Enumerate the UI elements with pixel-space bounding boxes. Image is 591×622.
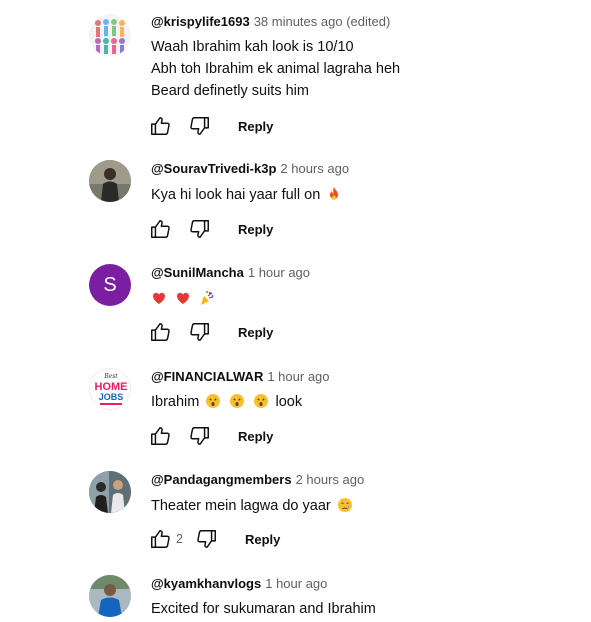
reply-button[interactable]: Reply [238, 325, 273, 340]
reply-button[interactable]: Reply [238, 222, 273, 237]
thumbs-up-icon [151, 323, 170, 341]
comment-text: look [275, 394, 303, 410]
reply-button[interactable]: Reply [238, 119, 273, 134]
reply-button[interactable]: Reply [245, 532, 280, 547]
comment-author[interactable]: @SouravTrivedi-k3p [151, 161, 276, 176]
comment-timestamp[interactable]: 1 hour ago [265, 576, 327, 591]
astonished-face-emoji-icon [206, 394, 221, 408]
thumbs-up-icon [151, 220, 170, 238]
comment-text: Beard definetly suits him [151, 83, 309, 99]
like-button[interactable] [148, 217, 172, 241]
avatar[interactable] [89, 14, 131, 56]
avatar[interactable] [89, 471, 131, 513]
avatar-letter: S [103, 273, 117, 296]
comment-text [151, 288, 217, 310]
avatar[interactable] [89, 160, 131, 202]
thumbs-up-icon [151, 530, 170, 548]
red-heart-emoji-icon [153, 292, 165, 304]
comment-text: Waah Ibrahim kah look is 10/10 [151, 39, 354, 55]
comment-text: Excited for sukumaran and Ibrahim [151, 601, 376, 617]
avatar[interactable] [89, 575, 131, 617]
comment-text: Ibrahim [151, 394, 200, 410]
astonished-face-emoji-icon [254, 394, 269, 408]
avatar[interactable]: Best HOME JOBS [89, 368, 131, 410]
like-button[interactable] [148, 424, 172, 448]
avatar-text: JOBS [99, 392, 124, 402]
thumbs-up-icon [151, 427, 170, 445]
comment-timestamp[interactable]: 1 hour ago [248, 265, 310, 280]
astonished-face-emoji-icon [230, 394, 245, 408]
thumbs-down-icon [197, 530, 216, 548]
crying-face-emoji-icon [337, 498, 352, 512]
like-button[interactable] [148, 320, 172, 344]
red-heart-emoji-icon [177, 292, 190, 304]
comment-author[interactable]: @kyamkhanvlogs [151, 576, 261, 591]
like-button[interactable] [148, 527, 172, 551]
party-popper-emoji-icon [201, 291, 214, 305]
comment-text: Kya hi look hai yaar full on [151, 187, 321, 203]
dislike-button[interactable] [195, 527, 219, 551]
like-button[interactable] [148, 114, 172, 138]
comment-author[interactable]: @Pandagangmembers [151, 472, 292, 487]
comment-author[interactable]: @krispylife1693 [151, 14, 250, 29]
comment-timestamp[interactable]: 2 hours ago [296, 472, 365, 487]
dislike-button[interactable] [188, 424, 212, 448]
thumbs-down-icon [190, 117, 209, 135]
comment-timestamp[interactable]: 2 hours ago [280, 161, 349, 176]
thumbs-up-icon [151, 117, 170, 135]
like-count: 2 [176, 532, 183, 546]
reply-button[interactable]: Reply [238, 429, 273, 444]
dislike-button[interactable] [188, 320, 212, 344]
comment-timestamp[interactable]: 38 minutes ago (edited) [254, 14, 391, 29]
comment-text: Theater mein lagwa do yaar [151, 498, 331, 514]
thumbs-down-icon [190, 323, 209, 341]
dislike-button[interactable] [188, 114, 212, 138]
fire-emoji-icon [330, 187, 339, 200]
avatar[interactable]: S [89, 264, 131, 306]
comment-author[interactable]: @FINANCIALWAR [151, 369, 263, 384]
comment-author[interactable]: @SunilMancha [151, 265, 244, 280]
dislike-button[interactable] [188, 217, 212, 241]
thumbs-down-icon [190, 427, 209, 445]
comment-text: Abh toh Ibrahim ek animal lagraha heh [151, 61, 401, 77]
thumbs-down-icon [190, 220, 209, 238]
avatar-text: Best [103, 373, 118, 380]
comment-timestamp[interactable]: 1 hour ago [267, 369, 329, 384]
